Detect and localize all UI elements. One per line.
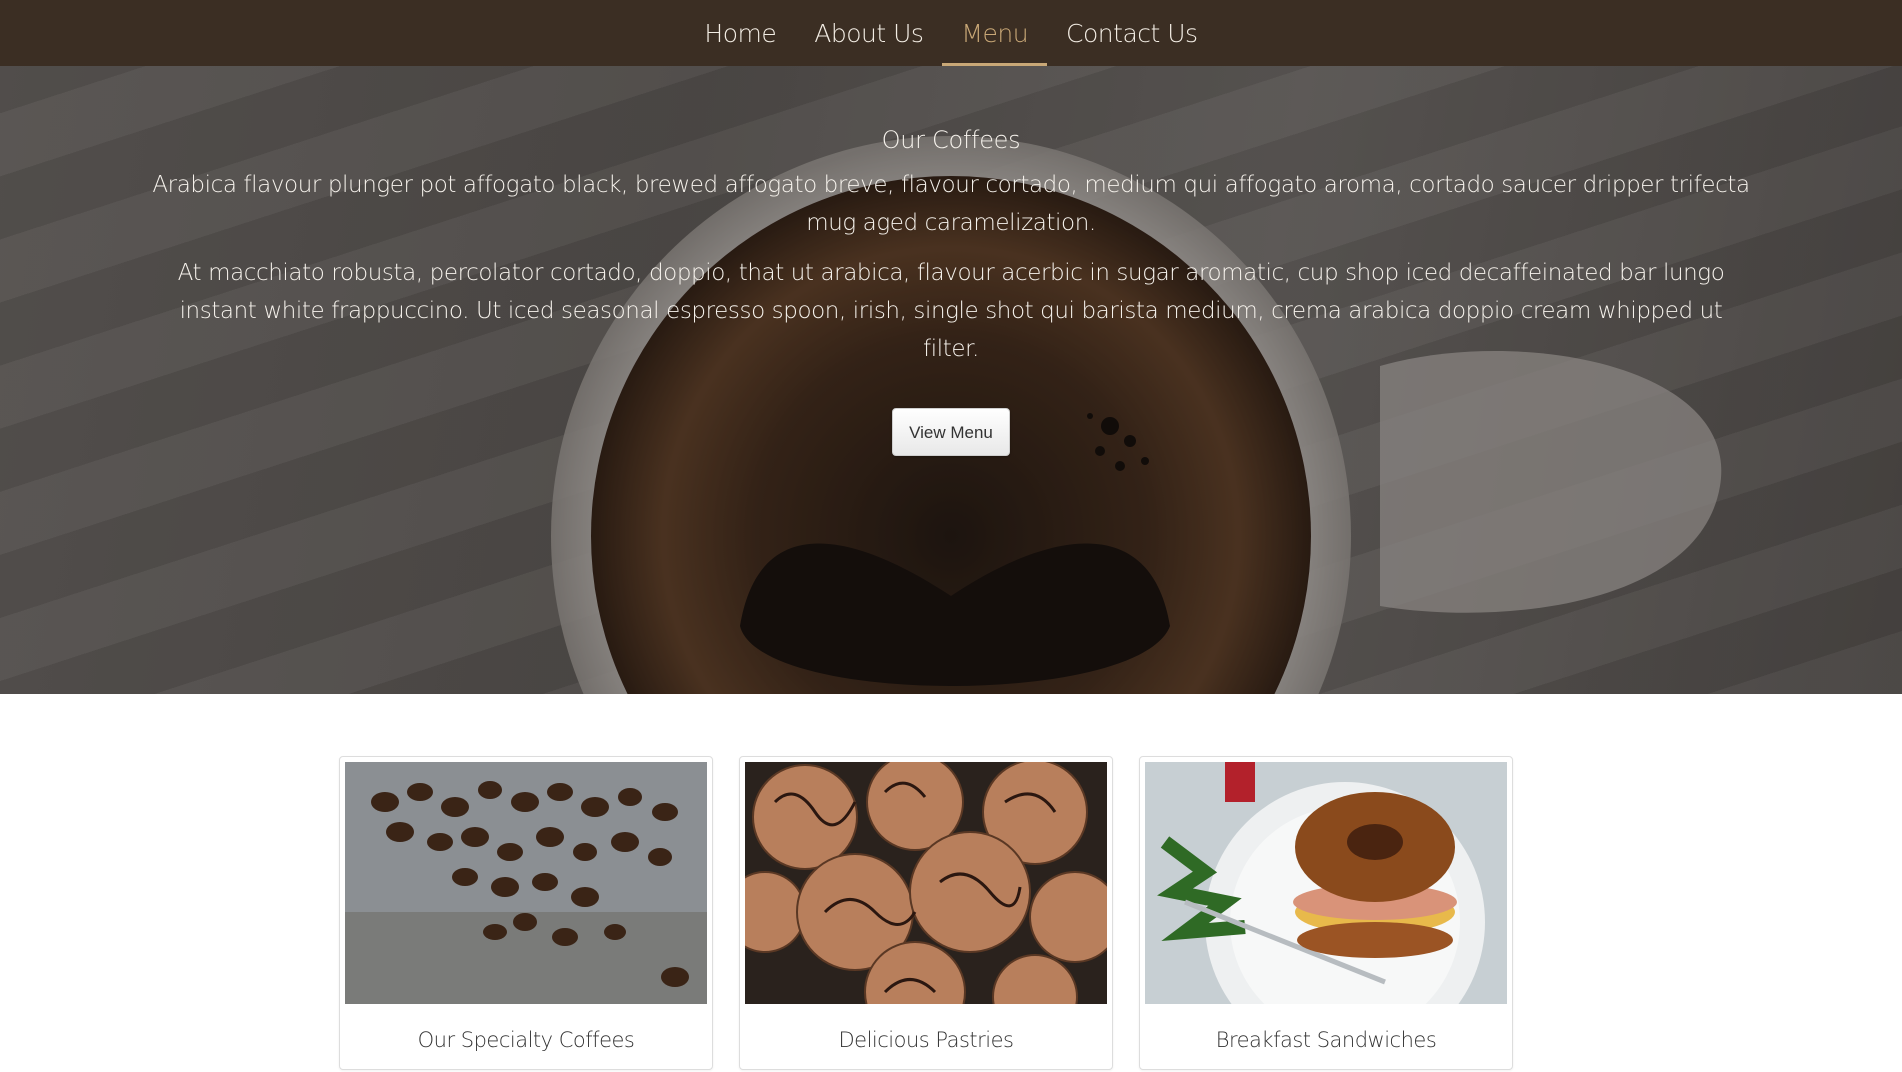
- pastries-image: [745, 762, 1107, 1004]
- hero-paragraph-2: At macchiato robusta, percolator cortado…: [177, 260, 1725, 362]
- nav-item-home[interactable]: Home: [685, 0, 795, 66]
- view-menu-button[interactable]: View Menu: [892, 408, 1010, 456]
- card-breakfast-sandwiches[interactable]: Breakfast Sandwiches: [1139, 756, 1513, 1070]
- top-navbar: Home About Us Menu Contact Us: [0, 0, 1902, 66]
- nav-item-about-us[interactable]: About Us: [795, 0, 942, 66]
- hero-section: Our Coffees Arabica flavour plunger pot …: [0, 66, 1902, 694]
- card-caption: Delicious Pastries: [838, 1028, 1014, 1052]
- card-caption: Breakfast Sandwiches: [1215, 1028, 1437, 1052]
- nav-item-menu[interactable]: Menu: [942, 0, 1047, 66]
- card-delicious-pastries[interactable]: Delicious Pastries: [739, 756, 1113, 1070]
- nav-item-contact-us[interactable]: Contact Us: [1047, 0, 1217, 66]
- hero-paragraph-1: Arabica flavour plunger pot affogato bla…: [152, 172, 1750, 236]
- bagel-sandwich-image: [1145, 762, 1507, 1004]
- hero-title: Our Coffees: [881, 126, 1021, 154]
- hero-content: Our Coffees Arabica flavour plunger pot …: [150, 126, 1752, 456]
- feature-cards: Our Specialty Coffees Delicious Pastries: [339, 756, 1515, 1072]
- coffee-beans-image: [345, 762, 707, 1004]
- card-specialty-coffees[interactable]: Our Specialty Coffees: [339, 756, 713, 1070]
- card-caption: Our Specialty Coffees: [417, 1028, 635, 1052]
